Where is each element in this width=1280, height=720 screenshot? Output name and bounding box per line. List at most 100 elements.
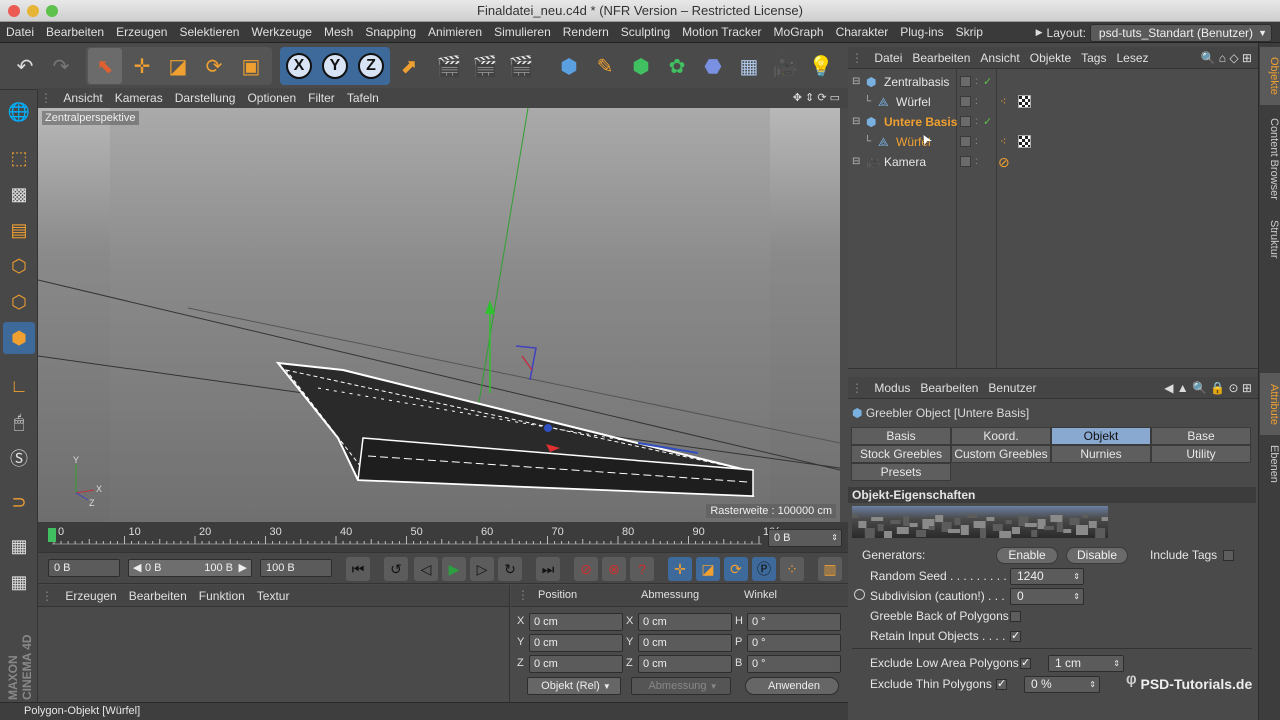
workplane-lock-button[interactable]: ⊃: [3, 486, 35, 518]
x-axis-button[interactable]: X: [282, 48, 316, 84]
object-manager-tools[interactable]: 🔍 ⌂ ◇ ⊞: [1201, 47, 1252, 69]
snapping-button[interactable]: Ⓢ: [3, 442, 35, 474]
material-menu-bearbeiten[interactable]: Bearbeiten: [123, 586, 193, 606]
render-picture-viewer-button[interactable]: 🎬: [468, 48, 502, 84]
end-frame-field[interactable]: 100 B: [260, 559, 332, 577]
enabled-check-icon[interactable]: ✓: [983, 72, 992, 92]
texture-tag-icon[interactable]: [1018, 135, 1031, 148]
grid-snap-button[interactable]: ▦: [3, 566, 35, 598]
preview-range-slider[interactable]: ◀ 0 B 100 B ▶: [128, 559, 252, 577]
random-seed-field[interactable]: 1240 ⇕: [1010, 568, 1084, 585]
size-field[interactable]: 0 cm: [638, 655, 732, 673]
viewport-nav-icons[interactable]: ✥ ⇕ ⟳ ▭: [793, 88, 840, 108]
render-view-button[interactable]: 🎬: [432, 48, 466, 84]
redo-button[interactable]: ↷: [44, 48, 78, 84]
subdivision-animate-icon[interactable]: [854, 589, 865, 600]
menu-simulieren[interactable]: Simulieren: [488, 22, 557, 43]
rotation-field[interactable]: 0 °: [747, 634, 841, 652]
model-mode-button[interactable]: ⬚: [3, 142, 35, 174]
visibility-toggle-icon[interactable]: [960, 76, 971, 87]
object-row[interactable]: ⊟ 🎥 Kamera: ⊘: [848, 152, 1258, 172]
material-menu-erzeugen[interactable]: Erzeugen: [59, 586, 122, 606]
position-field[interactable]: 0 cm: [529, 634, 623, 652]
viewport-menu-filter[interactable]: Filter: [302, 88, 341, 108]
menu-mograph[interactable]: MoGraph: [768, 22, 830, 43]
edges-mode-button[interactable]: ⬡: [3, 286, 35, 318]
tab-utility[interactable]: Utility: [1151, 445, 1251, 463]
phong-tag-icon[interactable]: ⁖: [1000, 92, 1006, 112]
add-generator-button[interactable]: ⬢: [624, 48, 658, 84]
exclude-low-checkbox[interactable]: ✓: [1020, 658, 1031, 669]
record-position-button[interactable]: ✛: [668, 557, 692, 581]
viewport-menu-kameras[interactable]: Kameras: [109, 88, 169, 108]
scale-tool-button[interactable]: ◪: [161, 48, 195, 84]
menu-werkzeuge[interactable]: Werkzeuge: [245, 22, 317, 43]
editor-render-dots-icon[interactable]: :: [975, 132, 978, 152]
layout-select[interactable]: psd-tuts_Standart (Benutzer) ▼: [1089, 23, 1272, 42]
object-menu-tags[interactable]: Tags: [1076, 47, 1111, 69]
record-parameter-button[interactable]: Ⓟ: [752, 557, 776, 581]
object-row[interactable]: └ ⟁ Würfel: ⁖: [848, 132, 1258, 152]
visibility-toggle-icon[interactable]: [960, 136, 971, 147]
add-spline-button[interactable]: ✎: [588, 48, 622, 84]
editor-render-dots-icon[interactable]: :: [975, 72, 978, 92]
size-field[interactable]: 0 cm: [638, 634, 732, 652]
minimize-window-button[interactable]: [27, 5, 39, 17]
tab-stock-greebles[interactable]: Stock Greebles: [851, 445, 951, 463]
render-settings-button[interactable]: 🎬: [504, 48, 538, 84]
move-tool-button[interactable]: ✛: [125, 48, 159, 84]
3d-viewport[interactable]: Y X Z Zentralperspektive Rasterweite : 1…: [38, 108, 840, 522]
y-axis-button[interactable]: Y: [318, 48, 352, 84]
menu-datei[interactable]: Datei: [0, 22, 40, 43]
grid-button[interactable]: ▦: [3, 530, 35, 562]
position-field[interactable]: 0 cm: [529, 613, 623, 631]
menu-skrip[interactable]: Skrip: [950, 22, 989, 43]
chevron-right-icon[interactable]: ▶: [1036, 27, 1043, 38]
attribute-menu-benutzer[interactable]: Benutzer: [983, 377, 1041, 399]
zoom-window-button[interactable]: [46, 5, 58, 17]
add-deformer-button[interactable]: ⬣: [696, 48, 730, 84]
object-row[interactable]: ⊟ ⬢ Zentralbasis: ✓: [848, 72, 1258, 92]
tab-attributes[interactable]: Attribute: [1260, 373, 1280, 435]
menu-rendern[interactable]: Rendern: [557, 22, 615, 43]
viewport-menu-darstellung[interactable]: Darstellung: [169, 88, 242, 108]
attribute-menu-modus[interactable]: Modus: [869, 377, 915, 399]
texture-tag-icon[interactable]: [1018, 95, 1031, 108]
size-mode-select[interactable]: Abmessung ▼: [631, 677, 731, 695]
editor-render-dots-icon[interactable]: :: [975, 152, 978, 172]
tree-collapse-icon[interactable]: ⊟: [852, 72, 860, 92]
visibility-toggle-icon[interactable]: [960, 96, 971, 107]
tab-object[interactable]: Objekt: [1051, 427, 1151, 445]
add-camera-button[interactable]: 🎥: [768, 48, 802, 84]
protection-tag-icon[interactable]: ⊘: [998, 152, 1010, 172]
recent-tools-button[interactable]: ▣: [234, 48, 268, 84]
exclude-thin-field[interactable]: 0 % ⇕: [1024, 676, 1100, 693]
position-field[interactable]: 0 cm: [529, 655, 623, 673]
enable-button[interactable]: Enable: [996, 547, 1058, 564]
previous-key-button[interactable]: ↺: [384, 557, 408, 581]
material-menu-textur[interactable]: Textur: [251, 586, 296, 606]
points-mode-button[interactable]: ⬡: [3, 250, 35, 282]
tab-presets[interactable]: Presets: [851, 463, 951, 481]
attribute-menu-bearbeiten[interactable]: Bearbeiten: [915, 377, 983, 399]
viewport-menu-optionen[interactable]: Optionen: [241, 88, 302, 108]
add-floor-button[interactable]: ▦: [732, 48, 766, 84]
visibility-toggle-icon[interactable]: [960, 116, 971, 127]
next-frame-button[interactable]: ▷: [470, 557, 494, 581]
retain-input-checkbox[interactable]: ✓: [1010, 631, 1021, 642]
axis-mode-button[interactable]: ∟: [3, 370, 35, 402]
menu-sculpting[interactable]: Sculpting: [615, 22, 676, 43]
tab-objects[interactable]: Objekte: [1260, 47, 1280, 105]
object-menu-objekte[interactable]: Objekte: [1025, 47, 1076, 69]
viewport-menu-tafeln[interactable]: Tafeln: [341, 88, 385, 108]
record-scale-button[interactable]: ◪: [696, 557, 720, 581]
object-menu-lesez[interactable]: Lesez: [1111, 47, 1153, 69]
rotation-field[interactable]: 0 °: [747, 613, 841, 631]
timeline-ruler[interactable]: 010203040506070809010( 0 B ⇕: [38, 522, 848, 552]
tab-base[interactable]: Base: [1151, 427, 1251, 445]
texture-mode-button[interactable]: ▩: [3, 178, 35, 210]
menu-selektieren[interactable]: Selektieren: [173, 22, 245, 43]
previous-frame-button[interactable]: ◁: [414, 557, 438, 581]
live-selection-button[interactable]: ⬉: [88, 48, 122, 84]
size-field[interactable]: 0 cm: [638, 613, 732, 631]
